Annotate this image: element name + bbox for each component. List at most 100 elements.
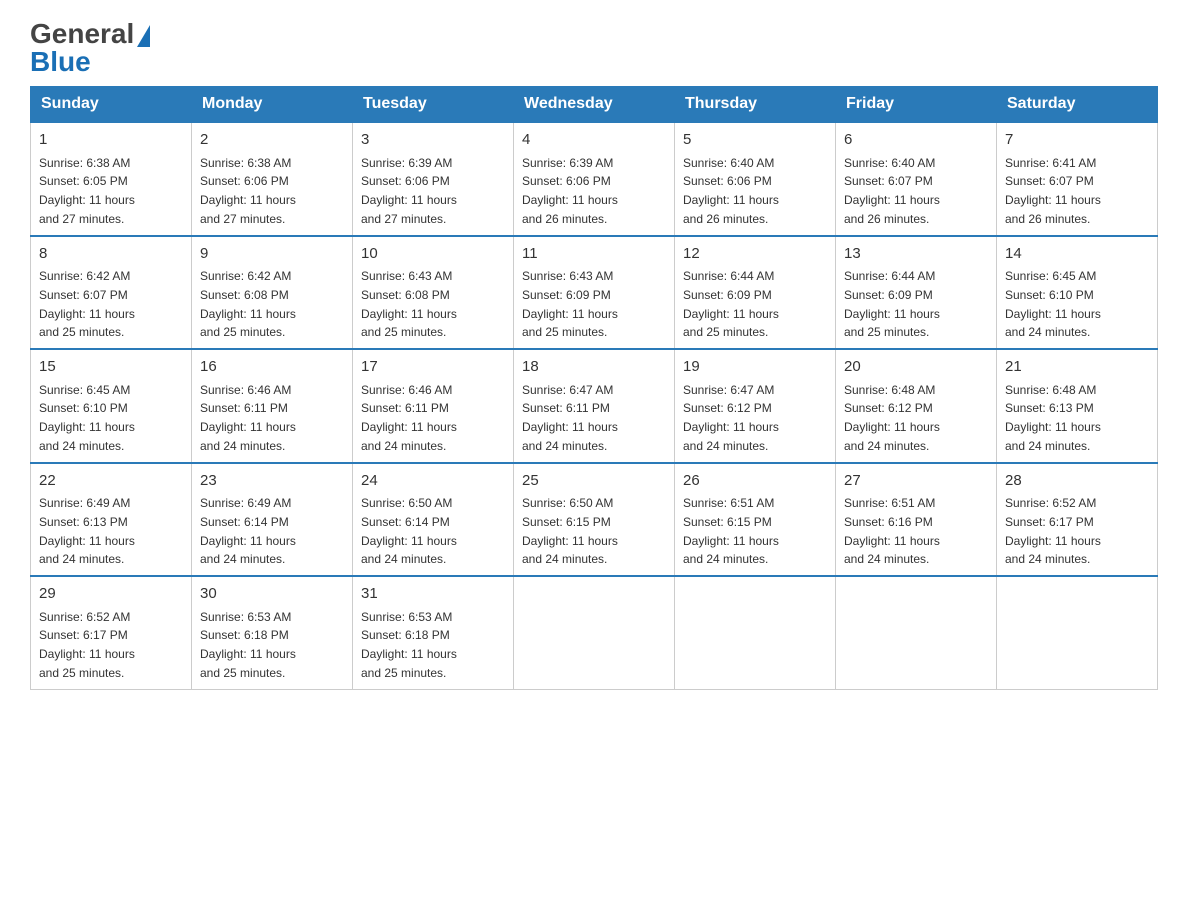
day-info: Sunrise: 6:52 AMSunset: 6:17 PMDaylight:… (1005, 496, 1101, 566)
day-number: 16 (200, 356, 344, 379)
day-number: 26 (683, 470, 827, 493)
day-info: Sunrise: 6:49 AMSunset: 6:13 PMDaylight:… (39, 496, 135, 566)
day-number: 23 (200, 470, 344, 493)
day-number: 31 (361, 583, 505, 606)
table-row: 21 Sunrise: 6:48 AMSunset: 6:13 PMDaylig… (997, 349, 1158, 463)
day-number: 2 (200, 129, 344, 152)
table-row: 4 Sunrise: 6:39 AMSunset: 6:06 PMDayligh… (514, 122, 675, 236)
day-info: Sunrise: 6:53 AMSunset: 6:18 PMDaylight:… (361, 610, 457, 680)
day-number: 9 (200, 243, 344, 266)
day-info: Sunrise: 6:40 AMSunset: 6:06 PMDaylight:… (683, 156, 779, 226)
day-info: Sunrise: 6:53 AMSunset: 6:18 PMDaylight:… (200, 610, 296, 680)
day-number: 27 (844, 470, 988, 493)
table-row (997, 576, 1158, 689)
day-info: Sunrise: 6:43 AMSunset: 6:08 PMDaylight:… (361, 269, 457, 339)
day-info: Sunrise: 6:47 AMSunset: 6:12 PMDaylight:… (683, 383, 779, 453)
day-info: Sunrise: 6:52 AMSunset: 6:17 PMDaylight:… (39, 610, 135, 680)
day-info: Sunrise: 6:51 AMSunset: 6:16 PMDaylight:… (844, 496, 940, 566)
table-row: 25 Sunrise: 6:50 AMSunset: 6:15 PMDaylig… (514, 463, 675, 577)
day-info: Sunrise: 6:42 AMSunset: 6:08 PMDaylight:… (200, 269, 296, 339)
table-row: 15 Sunrise: 6:45 AMSunset: 6:10 PMDaylig… (31, 349, 192, 463)
table-row: 1 Sunrise: 6:38 AMSunset: 6:05 PMDayligh… (31, 122, 192, 236)
table-row: 8 Sunrise: 6:42 AMSunset: 6:07 PMDayligh… (31, 236, 192, 350)
day-info: Sunrise: 6:44 AMSunset: 6:09 PMDaylight:… (683, 269, 779, 339)
day-info: Sunrise: 6:42 AMSunset: 6:07 PMDaylight:… (39, 269, 135, 339)
day-number: 25 (522, 470, 666, 493)
day-info: Sunrise: 6:51 AMSunset: 6:15 PMDaylight:… (683, 496, 779, 566)
col-friday: Friday (836, 87, 997, 123)
table-row (514, 576, 675, 689)
day-number: 4 (522, 129, 666, 152)
day-number: 3 (361, 129, 505, 152)
page-header: General Blue (30, 20, 1158, 76)
day-number: 13 (844, 243, 988, 266)
day-info: Sunrise: 6:46 AMSunset: 6:11 PMDaylight:… (361, 383, 457, 453)
day-number: 18 (522, 356, 666, 379)
calendar-week-row: 15 Sunrise: 6:45 AMSunset: 6:10 PMDaylig… (31, 349, 1158, 463)
col-wednesday: Wednesday (514, 87, 675, 123)
table-row (675, 576, 836, 689)
table-row: 19 Sunrise: 6:47 AMSunset: 6:12 PMDaylig… (675, 349, 836, 463)
table-row: 13 Sunrise: 6:44 AMSunset: 6:09 PMDaylig… (836, 236, 997, 350)
day-number: 6 (844, 129, 988, 152)
table-row: 11 Sunrise: 6:43 AMSunset: 6:09 PMDaylig… (514, 236, 675, 350)
table-row: 23 Sunrise: 6:49 AMSunset: 6:14 PMDaylig… (192, 463, 353, 577)
calendar-week-row: 29 Sunrise: 6:52 AMSunset: 6:17 PMDaylig… (31, 576, 1158, 689)
day-number: 7 (1005, 129, 1149, 152)
col-thursday: Thursday (675, 87, 836, 123)
day-number: 24 (361, 470, 505, 493)
table-row: 20 Sunrise: 6:48 AMSunset: 6:12 PMDaylig… (836, 349, 997, 463)
day-number: 11 (522, 243, 666, 266)
day-number: 12 (683, 243, 827, 266)
table-row: 29 Sunrise: 6:52 AMSunset: 6:17 PMDaylig… (31, 576, 192, 689)
table-row: 14 Sunrise: 6:45 AMSunset: 6:10 PMDaylig… (997, 236, 1158, 350)
day-number: 29 (39, 583, 183, 606)
day-number: 20 (844, 356, 988, 379)
table-row: 6 Sunrise: 6:40 AMSunset: 6:07 PMDayligh… (836, 122, 997, 236)
table-row: 28 Sunrise: 6:52 AMSunset: 6:17 PMDaylig… (997, 463, 1158, 577)
day-number: 19 (683, 356, 827, 379)
day-info: Sunrise: 6:40 AMSunset: 6:07 PMDaylight:… (844, 156, 940, 226)
day-info: Sunrise: 6:47 AMSunset: 6:11 PMDaylight:… (522, 383, 618, 453)
table-row: 18 Sunrise: 6:47 AMSunset: 6:11 PMDaylig… (514, 349, 675, 463)
day-number: 8 (39, 243, 183, 266)
table-row: 12 Sunrise: 6:44 AMSunset: 6:09 PMDaylig… (675, 236, 836, 350)
logo-general: General (30, 20, 150, 48)
day-info: Sunrise: 6:44 AMSunset: 6:09 PMDaylight:… (844, 269, 940, 339)
day-number: 10 (361, 243, 505, 266)
table-row: 31 Sunrise: 6:53 AMSunset: 6:18 PMDaylig… (353, 576, 514, 689)
col-saturday: Saturday (997, 87, 1158, 123)
day-info: Sunrise: 6:45 AMSunset: 6:10 PMDaylight:… (1005, 269, 1101, 339)
table-row: 5 Sunrise: 6:40 AMSunset: 6:06 PMDayligh… (675, 122, 836, 236)
table-row: 7 Sunrise: 6:41 AMSunset: 6:07 PMDayligh… (997, 122, 1158, 236)
col-sunday: Sunday (31, 87, 192, 123)
day-info: Sunrise: 6:43 AMSunset: 6:09 PMDaylight:… (522, 269, 618, 339)
table-row (836, 576, 997, 689)
day-number: 1 (39, 129, 183, 152)
day-info: Sunrise: 6:48 AMSunset: 6:13 PMDaylight:… (1005, 383, 1101, 453)
day-number: 14 (1005, 243, 1149, 266)
logo-name: General Blue (30, 20, 150, 76)
table-row: 30 Sunrise: 6:53 AMSunset: 6:18 PMDaylig… (192, 576, 353, 689)
day-number: 22 (39, 470, 183, 493)
day-number: 15 (39, 356, 183, 379)
day-number: 17 (361, 356, 505, 379)
calendar-week-row: 1 Sunrise: 6:38 AMSunset: 6:05 PMDayligh… (31, 122, 1158, 236)
logo-blue: Blue (30, 48, 150, 76)
day-info: Sunrise: 6:39 AMSunset: 6:06 PMDaylight:… (361, 156, 457, 226)
table-row: 27 Sunrise: 6:51 AMSunset: 6:16 PMDaylig… (836, 463, 997, 577)
table-row: 9 Sunrise: 6:42 AMSunset: 6:08 PMDayligh… (192, 236, 353, 350)
day-number: 21 (1005, 356, 1149, 379)
logo: General Blue (30, 20, 150, 76)
table-row: 24 Sunrise: 6:50 AMSunset: 6:14 PMDaylig… (353, 463, 514, 577)
day-info: Sunrise: 6:49 AMSunset: 6:14 PMDaylight:… (200, 496, 296, 566)
day-info: Sunrise: 6:46 AMSunset: 6:11 PMDaylight:… (200, 383, 296, 453)
table-row: 22 Sunrise: 6:49 AMSunset: 6:13 PMDaylig… (31, 463, 192, 577)
table-row: 2 Sunrise: 6:38 AMSunset: 6:06 PMDayligh… (192, 122, 353, 236)
day-info: Sunrise: 6:38 AMSunset: 6:05 PMDaylight:… (39, 156, 135, 226)
table-row: 17 Sunrise: 6:46 AMSunset: 6:11 PMDaylig… (353, 349, 514, 463)
day-number: 28 (1005, 470, 1149, 493)
col-monday: Monday (192, 87, 353, 123)
day-info: Sunrise: 6:41 AMSunset: 6:07 PMDaylight:… (1005, 156, 1101, 226)
calendar-week-row: 22 Sunrise: 6:49 AMSunset: 6:13 PMDaylig… (31, 463, 1158, 577)
